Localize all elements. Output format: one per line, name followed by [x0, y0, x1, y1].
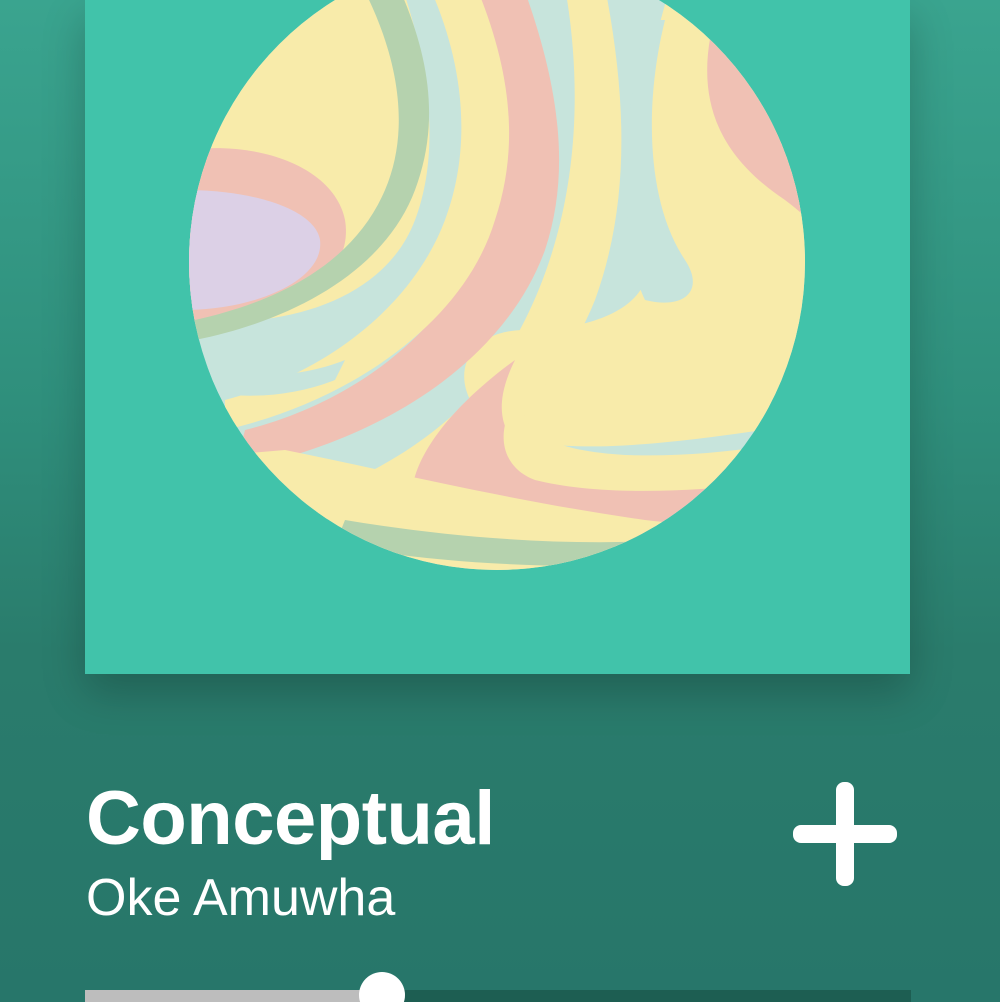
- plus-icon-vertical-bar: [836, 782, 854, 886]
- track-title: Conceptual: [86, 776, 495, 861]
- progress-thumb[interactable]: [358, 972, 405, 1002]
- progress-fill: [85, 990, 382, 1002]
- playback-progress-bar[interactable]: [85, 972, 911, 1002]
- marbled-circle-art: [189, 0, 805, 570]
- add-to-library-button[interactable]: [790, 780, 900, 890]
- album-artwork: [85, 0, 910, 674]
- track-artist: Oke Amuwha: [86, 869, 396, 927]
